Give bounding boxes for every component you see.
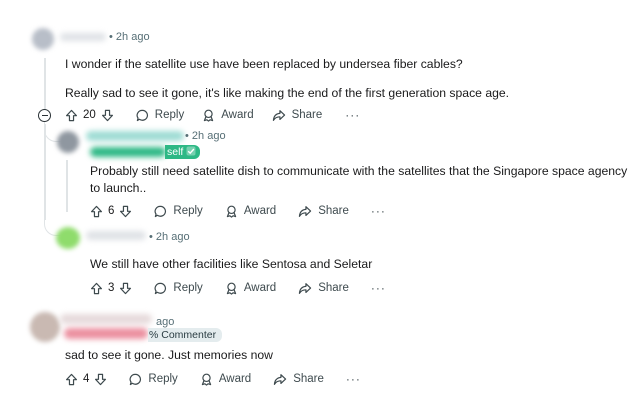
timestamp: ago bbox=[156, 316, 175, 328]
reply-bubble-icon bbox=[136, 109, 148, 121]
user-flair-blurred bbox=[64, 328, 148, 339]
comment-body-line: I wonder if the satellite use have been … bbox=[65, 57, 463, 71]
share-arrow-icon bbox=[299, 205, 312, 217]
thread-line-reply-1[interactable] bbox=[66, 160, 68, 212]
username[interactable] bbox=[86, 231, 146, 240]
reply-bubble-icon bbox=[154, 205, 167, 217]
award-button[interactable]: Award bbox=[225, 205, 276, 218]
upvote-icon[interactable] bbox=[65, 109, 78, 122]
comment-thread-page: { "comments": [ { "time": "2h ago", "bod… bbox=[0, 0, 629, 401]
award-button[interactable]: Award bbox=[225, 282, 276, 295]
reply-label: Reply bbox=[173, 205, 203, 217]
award-label: Award bbox=[218, 373, 252, 385]
user-flair: self bbox=[165, 145, 201, 159]
downvote-icon[interactable] bbox=[119, 205, 132, 218]
share-label: Share bbox=[318, 282, 349, 294]
award-icon bbox=[201, 373, 212, 386]
vote-score: 20 bbox=[83, 109, 96, 121]
username[interactable] bbox=[60, 314, 152, 324]
avatar[interactable] bbox=[56, 227, 80, 249]
comment-body-line: to launch.. bbox=[90, 181, 147, 195]
vote-score: 3 bbox=[108, 282, 115, 294]
reply-button[interactable]: Reply bbox=[154, 205, 203, 218]
reply-button[interactable]: Reply bbox=[129, 373, 178, 386]
upvote-icon[interactable] bbox=[90, 282, 103, 295]
timestamp: 2h ago bbox=[115, 31, 150, 43]
timestamp: 2h ago bbox=[191, 130, 226, 142]
comment-body-line: Probably still need satellite dish to co… bbox=[90, 164, 629, 178]
comment-meta: • 2h ago bbox=[109, 31, 150, 43]
award-icon bbox=[226, 205, 237, 218]
reply-label: Reply bbox=[173, 282, 203, 294]
share-button[interactable]: Share bbox=[298, 282, 349, 295]
downvote-icon[interactable] bbox=[101, 109, 114, 122]
vote-group: 6 bbox=[90, 205, 132, 218]
thread-line-replies[interactable] bbox=[44, 124, 46, 220]
user-flair-blurred bbox=[90, 147, 166, 157]
avatar[interactable] bbox=[30, 312, 60, 342]
downvote-icon[interactable] bbox=[94, 373, 107, 386]
thread-line-main[interactable] bbox=[44, 58, 46, 110]
award-label: Award bbox=[243, 205, 277, 217]
collapse-button[interactable] bbox=[38, 109, 51, 122]
upvote-icon[interactable] bbox=[90, 205, 103, 218]
comment-body-line: sad to see it gone. Just memories now bbox=[65, 348, 273, 362]
collapse-minus-icon bbox=[41, 114, 48, 117]
share-button[interactable]: Share bbox=[298, 205, 349, 218]
share-button[interactable]: Share bbox=[272, 109, 323, 122]
more-dots-icon[interactable]: ··· bbox=[371, 205, 386, 217]
vote-score: 6 bbox=[108, 205, 115, 217]
comment-actions: 6 Reply Award Share ··· bbox=[90, 202, 386, 220]
share-arrow-icon bbox=[299, 282, 312, 294]
vote-group: 4 bbox=[65, 373, 107, 386]
reply-label: Reply bbox=[148, 373, 178, 385]
vote-group: 20 bbox=[65, 109, 114, 122]
avatar[interactable] bbox=[32, 28, 54, 50]
share-label: Share bbox=[293, 373, 324, 385]
more-dots-icon[interactable]: ··· bbox=[371, 282, 386, 294]
more-dots-icon[interactable]: ··· bbox=[346, 373, 361, 385]
share-label: Share bbox=[291, 109, 323, 121]
comment-body-line: We still have other facilities like Sent… bbox=[90, 257, 373, 271]
reply-button[interactable]: Reply bbox=[154, 282, 203, 295]
timestamp: 2h ago bbox=[155, 231, 190, 243]
award-icon bbox=[226, 282, 237, 295]
award-label: Award bbox=[221, 109, 254, 121]
share-label: Share bbox=[318, 205, 349, 217]
vote-score: 4 bbox=[83, 373, 90, 385]
vote-group: 3 bbox=[90, 282, 132, 295]
share-button[interactable]: Share bbox=[273, 373, 324, 386]
award-button[interactable]: Award bbox=[200, 373, 251, 386]
comment-actions: 20 Reply Award Share ··· bbox=[65, 106, 360, 124]
user-flair: % Commenter bbox=[148, 328, 223, 342]
more-dots-icon[interactable]: ··· bbox=[345, 109, 360, 121]
comment-actions: 4 Reply Award Share ··· bbox=[65, 370, 361, 388]
check-icon bbox=[186, 146, 196, 156]
username[interactable] bbox=[60, 33, 106, 41]
username[interactable] bbox=[86, 131, 184, 141]
award-label: Award bbox=[243, 282, 277, 294]
award-button[interactable]: Award bbox=[202, 109, 254, 122]
share-arrow-icon bbox=[272, 109, 285, 121]
share-arrow-icon bbox=[274, 373, 287, 385]
comment-actions: 3 Reply Award Share ··· bbox=[90, 279, 386, 297]
reply-button[interactable]: Reply bbox=[136, 109, 184, 122]
comment-meta: • 2h ago bbox=[149, 231, 190, 243]
reply-bubble-icon bbox=[154, 282, 167, 294]
avatar[interactable] bbox=[57, 131, 79, 153]
reply-bubble-icon bbox=[129, 373, 142, 385]
comment-meta: • 2h ago bbox=[185, 130, 226, 142]
comment-body-line: Really sad to see it gone, it's like mak… bbox=[65, 86, 510, 100]
award-icon bbox=[204, 109, 214, 122]
upvote-icon[interactable] bbox=[65, 373, 78, 386]
reply-label: Reply bbox=[154, 109, 185, 121]
downvote-icon[interactable] bbox=[119, 282, 132, 295]
